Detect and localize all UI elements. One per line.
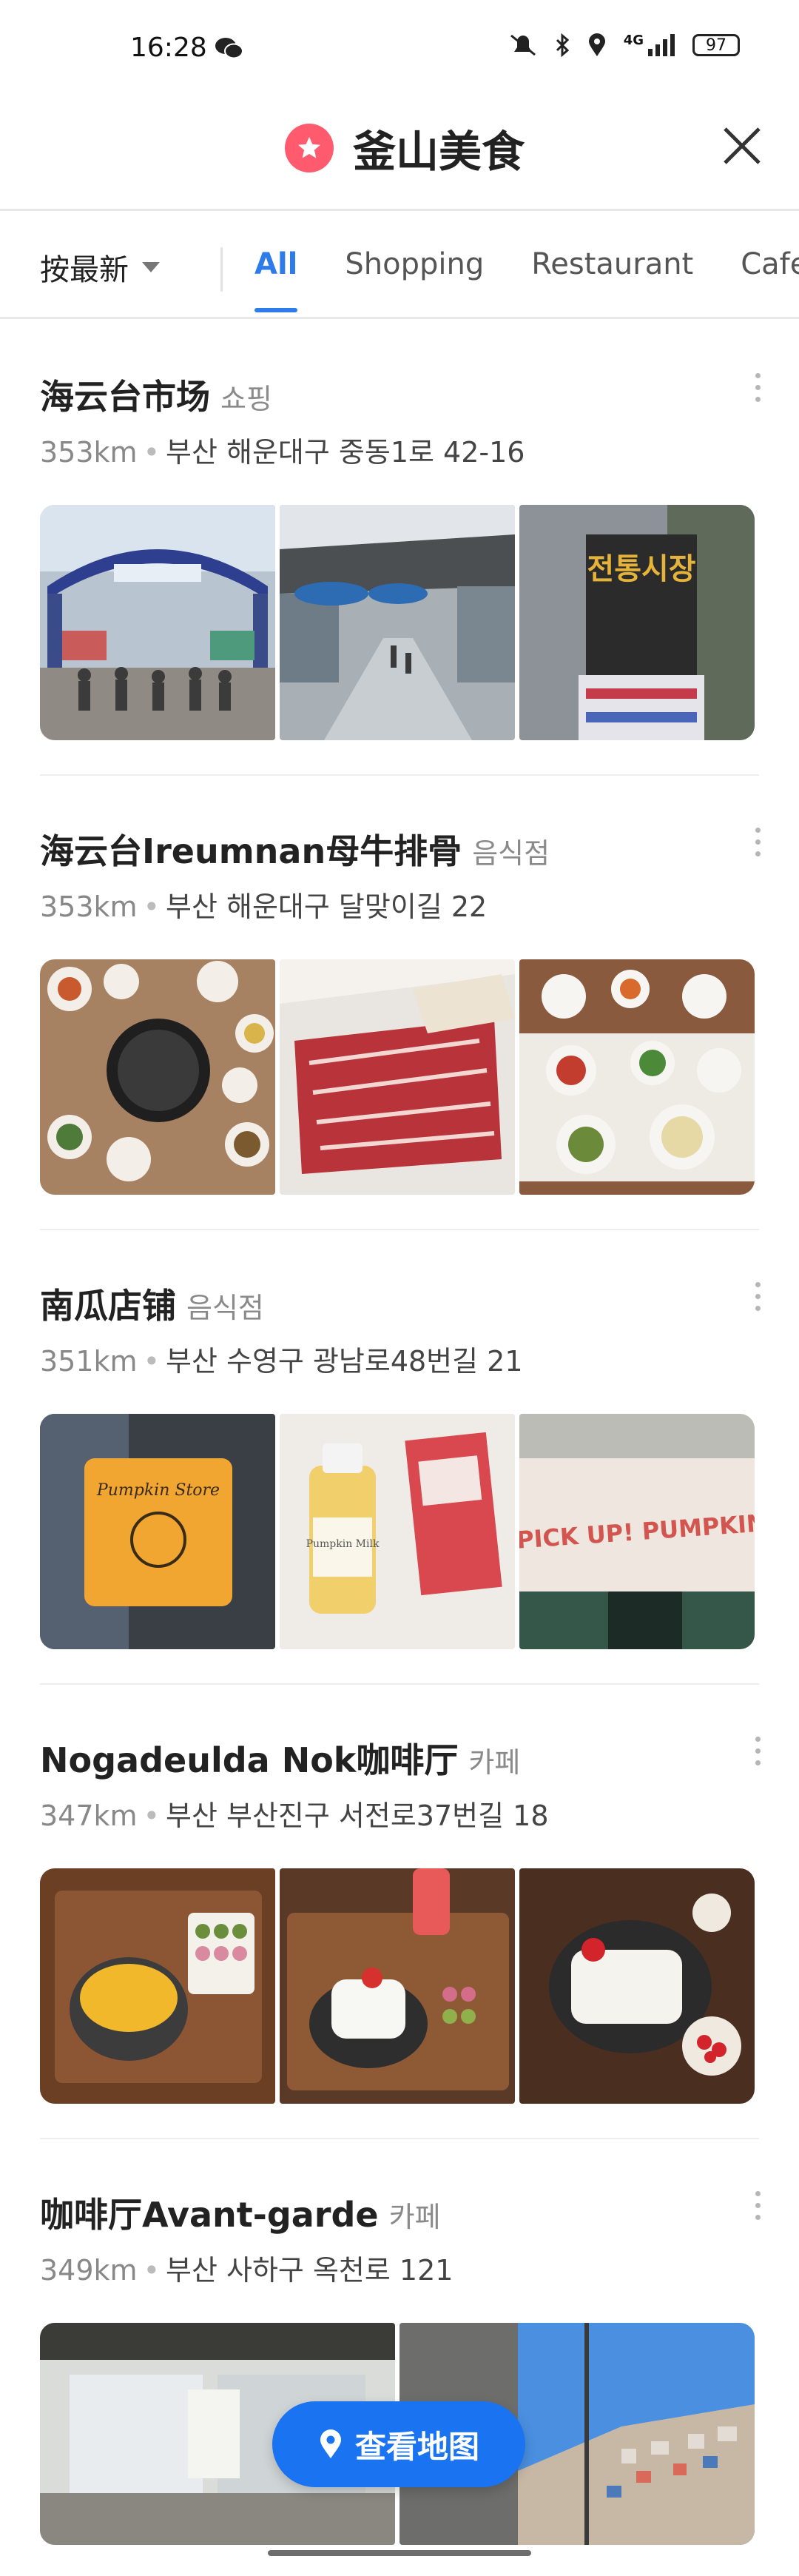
tab-restaurant[interactable]: Restaurant <box>531 247 693 281</box>
place-card[interactable]: 南瓜店铺 음식점 351km • 부산 수영구 광남로48번길 21 Pumpkin … <box>0 1230 799 1685</box>
place-title: Nogadeulda Nok咖啡厅 카페 <box>40 1734 520 1782</box>
place-list: 海云台市场 쇼핑 353km • 부산 해운대구 중동1로 42-16 전통시장… <box>0 321 799 2576</box>
photo-strawberry-cake[interactable] <box>519 1868 755 2104</box>
place-address-line: 351km • 부산 수영구 광남로48번길 21 <box>40 1345 523 1378</box>
home-indicator[interactable] <box>268 2550 531 2556</box>
place-category: 음식점 <box>186 1292 264 1324</box>
photo-shaved-ice[interactable] <box>280 1868 515 2104</box>
place-title: 南瓜店铺 음식점 <box>40 1279 264 1328</box>
photo-pumpkin-signboard[interactable]: Pumpkin Store <box>40 1414 275 1649</box>
status-time: 16:28 <box>130 33 207 63</box>
place-card[interactable]: 咖啡厅Avant-garde 카페 349km • 부산 사하구 옥천로 121 <box>0 2139 799 2576</box>
place-category: 카페 <box>388 2201 441 2233</box>
place-title: 海云台市场 쇼핑 <box>40 370 272 419</box>
more-options-icon[interactable] <box>749 1734 766 1778</box>
place-name: 咖啡厅Avant-garde <box>40 2195 379 2235</box>
photo-pickup-pumpkin[interactable]: PICK UP! PUMPKIN <box>519 1414 755 1649</box>
tab-cafe[interactable]: Cafe <box>741 247 799 281</box>
place-category: 카페 <box>468 1746 521 1779</box>
filter-divider <box>220 247 223 292</box>
signal-label: 4G <box>623 32 644 48</box>
place-name: 南瓜店铺 <box>40 1286 176 1326</box>
mute-icon <box>510 34 536 56</box>
photo-strip <box>40 1868 755 2104</box>
place-address: 부산 해운대구 중동1로 42-16 <box>165 436 525 469</box>
place-address-line: 353km • 부산 해운대구 달맞이길 22 <box>40 890 488 923</box>
place-name: 海云台Ireumnan母牛排骨 <box>40 831 462 871</box>
place-card[interactable]: Nogadeulda Nok咖啡厅 카페 347km • 부산 부산진구 서전로37번… <box>0 1685 799 2139</box>
status-icons: 4G 97 <box>508 33 740 58</box>
battery-icon: 97 <box>692 34 740 56</box>
pumpkin-store-text: Pumpkin Store <box>96 1481 220 1500</box>
category-tabs: All Shopping Restaurant Cafe <box>254 247 799 312</box>
place-distance: 351km <box>40 1345 138 1378</box>
view-map-label: 查看地图 <box>354 2428 479 2465</box>
place-address-line: 349km • 부산 사하구 옥천로 121 <box>40 2254 454 2287</box>
view-map-button[interactable]: 查看地图 <box>272 2401 525 2487</box>
place-address: 부산 수영구 광남로48번길 21 <box>165 1345 523 1378</box>
photo-strip: Pumpkin Store Pumpkin Milk PICK UP! PUMP… <box>40 1414 755 1649</box>
status-bar: 16:28 4G 97 <box>0 0 799 96</box>
photo-bbq-table[interactable] <box>40 959 275 1195</box>
photo-pumpkin-milk[interactable]: Pumpkin Milk <box>280 1414 515 1649</box>
place-distance: 353km <box>40 890 138 923</box>
place-distance: 353km <box>40 436 138 469</box>
place-address: 부산 사하구 옥천로 121 <box>165 2254 454 2287</box>
location-icon <box>588 33 605 56</box>
place-distance: 349km <box>40 2254 138 2287</box>
filter-bar: 按最新 All Shopping Restaurant Cafe <box>0 210 799 318</box>
chevron-down-icon <box>142 262 160 272</box>
place-name: Nogadeulda Nok咖啡厅 <box>40 1740 459 1780</box>
more-options-icon[interactable] <box>749 2188 766 2233</box>
place-category: 음식점 <box>472 837 550 870</box>
place-address: 부산 해운대구 달맞이길 22 <box>165 890 488 923</box>
photo-strip: 전통시장 <box>40 505 755 740</box>
place-name: 海云台市场 <box>40 377 210 417</box>
more-options-icon[interactable] <box>749 370 766 415</box>
close-icon[interactable] <box>716 120 768 172</box>
photo-market-gate[interactable] <box>40 505 275 740</box>
place-card[interactable]: 海云台Ireumnan母牛排骨 음식점 353km • 부산 해운대구 달맞이길 22 <box>0 776 799 1230</box>
photo-mango-dessert[interactable] <box>40 1868 275 2104</box>
photo-market-alley[interactable] <box>280 505 515 740</box>
sort-dropdown[interactable]: 按最新 <box>40 246 161 289</box>
tab-all[interactable]: All <box>254 247 298 312</box>
place-address: 부산 부산진구 서전로37번길 18 <box>165 1799 549 1832</box>
wechat-icon <box>215 38 243 59</box>
place-card[interactable]: 海云台市场 쇼핑 353km • 부산 해운대구 중동1로 42-16 전통시장 <box>0 321 799 776</box>
bluetooth-icon <box>556 33 569 58</box>
place-address-line: 353km • 부산 해운대구 중동1로 42-16 <box>40 436 525 469</box>
place-category: 쇼핑 <box>220 383 272 415</box>
title-bar: 釜山美食 <box>0 96 799 207</box>
photo-market-sign[interactable]: 전통시장 <box>519 505 755 740</box>
page-title: 釜山美食 <box>353 127 525 177</box>
tab-shopping[interactable]: Shopping <box>345 247 484 281</box>
pumpkin-milk-text: Pumpkin Milk <box>306 1538 380 1550</box>
signal-icon <box>648 34 675 56</box>
star-badge-icon <box>285 124 334 172</box>
photo-strip <box>40 959 755 1195</box>
photo-raw-beef[interactable] <box>280 959 515 1195</box>
market-sign-text: 전통시장 <box>587 552 695 586</box>
more-options-icon[interactable] <box>749 1279 766 1324</box>
place-title: 海云台Ireumnan母牛排骨 음식점 <box>40 825 550 873</box>
more-options-icon[interactable] <box>749 825 766 869</box>
place-title: 咖啡厅Avant-garde 카페 <box>40 2188 441 2237</box>
place-distance: 347km <box>40 1799 138 1832</box>
location-pin-icon <box>320 2429 341 2458</box>
place-address-line: 347km • 부산 부산진구 서전로37번길 18 <box>40 1799 549 1832</box>
filter-divider-bottom <box>0 317 799 319</box>
photo-side-dishes[interactable] <box>519 959 755 1195</box>
sort-label: 按最新 <box>40 253 129 287</box>
